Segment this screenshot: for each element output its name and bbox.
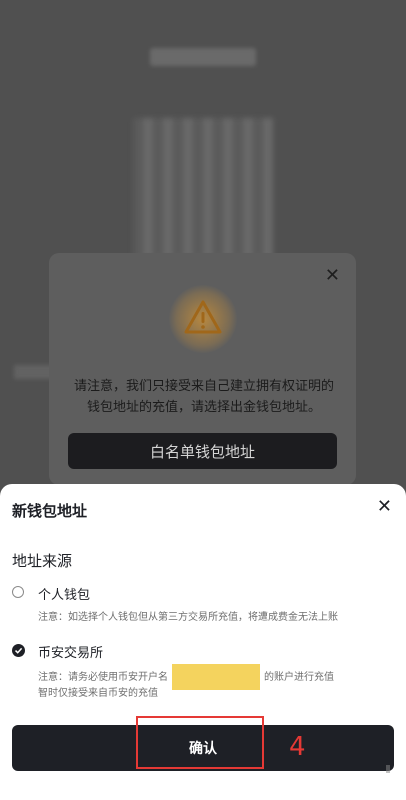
note-prefix: 注意：请务必使用币安开户名 <box>38 672 168 683</box>
background-qr-code-blurred <box>133 118 273 258</box>
address-source-label: 地址来源 <box>12 552 73 570</box>
background-title-blurred <box>150 48 256 66</box>
redacted-account-name <box>172 664 260 690</box>
radio-checked-icon[interactable] <box>12 644 25 657</box>
option-note: 注意：如选择个人钱包但从第三方交易所充值，将遭成费金无法上账 <box>38 612 338 623</box>
option-label: 个人钱包 <box>38 588 91 603</box>
sheet-title: 新钱包地址 <box>12 502 88 520</box>
confirm-button[interactable]: 确认 <box>12 725 394 771</box>
close-icon[interactable]: ✕ <box>377 498 392 516</box>
radio-unchecked-icon[interactable] <box>12 586 24 598</box>
warning-dialog: ✕ 请注意，我们只接受来自己建立拥有权证明的钱包地址的充值，请选择出金钱包地址。… <box>49 253 356 485</box>
whitelist-wallet-button[interactable]: 白名单钱包地址 <box>68 433 337 469</box>
option-label: 币安交易所 <box>38 646 104 661</box>
warning-message: 请注意，我们只接受来自己建立拥有权证明的钱包地址的充值，请选择出金钱包地址。 <box>73 379 334 415</box>
background-row-blurred <box>14 365 54 379</box>
scroll-indicator <box>386 765 390 773</box>
option-note-line2: 智时仅接受来自币安的充值 <box>38 688 158 699</box>
close-icon[interactable]: ✕ <box>325 267 340 285</box>
warning-triangle-icon <box>184 300 222 334</box>
annotation-step-number: 4 <box>289 732 306 762</box>
note-suffix: 的账户进行充值 <box>264 672 334 683</box>
